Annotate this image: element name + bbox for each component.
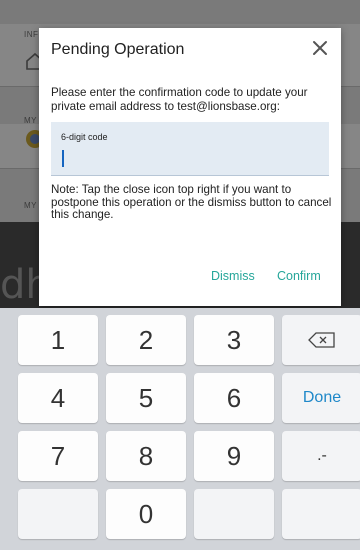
key-3[interactable]: 3 bbox=[194, 315, 274, 365]
dialog-title: Pending Operation bbox=[51, 41, 185, 58]
numeric-keyboard: 1 2 3 4 5 6 Done 7 8 9 .- 0 bbox=[0, 308, 360, 550]
key-4[interactable]: 4 bbox=[18, 373, 98, 423]
text-cursor bbox=[62, 150, 64, 167]
key-8[interactable]: 8 bbox=[106, 431, 186, 481]
bg-section-1-label: INF bbox=[24, 30, 39, 39]
dialog-message: Please enter the confirmation code to up… bbox=[51, 86, 308, 113]
dialog-note: Note: Tap the close icon top right if yo… bbox=[51, 183, 332, 221]
key-0[interactable]: 0 bbox=[106, 489, 186, 539]
backspace-icon bbox=[308, 332, 335, 348]
key-7[interactable]: 7 bbox=[18, 431, 98, 481]
key-6[interactable]: 6 bbox=[194, 373, 274, 423]
key-1[interactable]: 1 bbox=[18, 315, 98, 365]
dismiss-button[interactable]: Dismiss bbox=[211, 269, 255, 283]
pending-operation-dialog: Pending Operation Please enter the confi… bbox=[39, 28, 341, 306]
code-input[interactable] bbox=[61, 146, 319, 168]
code-field[interactable]: 6-digit code bbox=[51, 122, 329, 176]
backspace-key[interactable] bbox=[282, 315, 360, 365]
punctuation-key[interactable]: .- bbox=[282, 431, 360, 481]
empty-key bbox=[194, 489, 274, 539]
code-field-label: 6-digit code bbox=[61, 132, 108, 142]
key-2[interactable]: 2 bbox=[106, 315, 186, 365]
close-icon[interactable] bbox=[309, 37, 331, 59]
confirm-button[interactable]: Confirm bbox=[277, 269, 321, 283]
empty-key bbox=[282, 489, 360, 539]
key-5[interactable]: 5 bbox=[106, 373, 186, 423]
empty-key bbox=[18, 489, 98, 539]
done-key[interactable]: Done bbox=[282, 373, 360, 423]
key-9[interactable]: 9 bbox=[194, 431, 274, 481]
bg-section-3-label: MY bbox=[24, 201, 37, 210]
